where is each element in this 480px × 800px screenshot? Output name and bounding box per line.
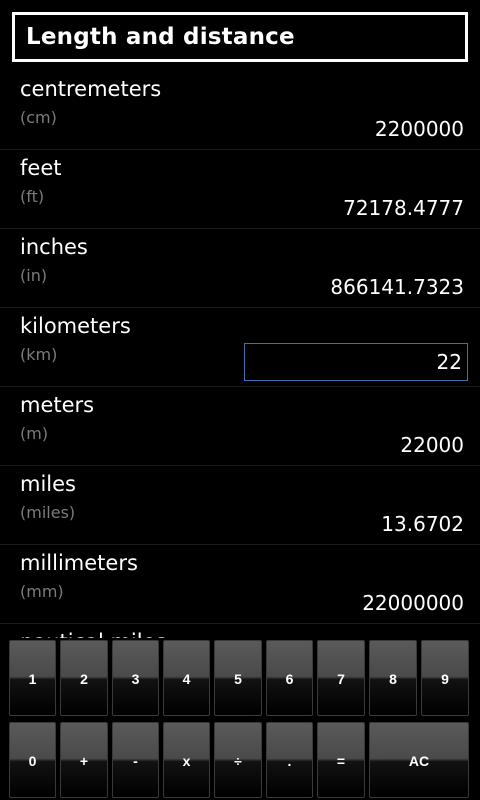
key-0-button[interactable]: 0 [9, 722, 56, 798]
unit-row-miles[interactable]: miles (miles) 13.6702 [0, 466, 480, 545]
unit-value[interactable]: 72178.4777 [343, 196, 464, 220]
unit-row-inches[interactable]: inches (in) 866141.7323 [0, 229, 480, 308]
key-2-button[interactable]: 2 [60, 640, 108, 716]
key-3-button[interactable]: 3 [112, 640, 159, 716]
key-1-button[interactable]: 1 [9, 640, 56, 716]
unit-row-nautical-miles[interactable]: nautical miles [0, 624, 480, 639]
unit-abbreviation: (cm) [20, 108, 57, 127]
kilometers-input[interactable] [244, 343, 468, 381]
keypad: 1 2 3 4 5 6 7 8 9 0 + - x ÷ . = AC [0, 638, 480, 800]
key-multiply-button[interactable]: x [163, 722, 210, 798]
unit-row-kilometers[interactable]: kilometers (km) [0, 308, 480, 387]
unit-name: meters [20, 393, 95, 417]
key-6-button[interactable]: 6 [266, 640, 313, 716]
unit-abbreviation: (km) [20, 345, 58, 364]
unit-abbreviation: (in) [20, 266, 48, 285]
key-4-button[interactable]: 4 [163, 640, 210, 716]
unit-abbreviation: (ft) [20, 187, 45, 206]
key-all-clear-button[interactable]: AC [369, 722, 469, 798]
key-8-button[interactable]: 8 [369, 640, 417, 716]
unit-name: inches [20, 235, 88, 259]
key-minus-button[interactable]: - [112, 722, 159, 798]
unit-value[interactable]: 866141.7323 [330, 275, 464, 299]
unit-row-millimeters[interactable]: millimeters (mm) 22000000 [0, 545, 480, 624]
unit-value[interactable]: 13.6702 [381, 512, 464, 536]
key-5-button[interactable]: 5 [214, 640, 262, 716]
unit-abbreviation: (mm) [20, 582, 64, 601]
unit-abbreviation: (miles) [20, 503, 76, 522]
unit-name: centremeters [20, 77, 162, 101]
unit-row-centremeters[interactable]: centremeters (cm) 2200000 [0, 71, 480, 150]
unit-abbreviation: (m) [20, 424, 49, 443]
unit-value[interactable]: 22000000 [362, 591, 464, 615]
unit-row-meters[interactable]: meters (m) 22000 [0, 387, 480, 466]
key-divide-button[interactable]: ÷ [214, 722, 262, 798]
key-7-button[interactable]: 7 [317, 640, 365, 716]
unit-name: miles [20, 472, 76, 496]
unit-name: millimeters [20, 551, 138, 575]
key-plus-button[interactable]: + [60, 722, 108, 798]
page-title: Length and distance [26, 24, 295, 50]
unit-name: kilometers [20, 314, 131, 338]
unit-value[interactable]: 2200000 [375, 117, 464, 141]
unit-name: feet [20, 156, 62, 180]
unit-row-feet[interactable]: feet (ft) 72178.4777 [0, 150, 480, 229]
key-equals-button[interactable]: = [317, 722, 365, 798]
key-decimal-button[interactable]: . [266, 722, 313, 798]
unit-list[interactable]: centremeters (cm) 2200000 feet (ft) 7217… [0, 71, 480, 639]
unit-value[interactable]: 22000 [400, 433, 464, 457]
header-title-box: Length and distance [12, 12, 468, 62]
key-9-button[interactable]: 9 [421, 640, 469, 716]
